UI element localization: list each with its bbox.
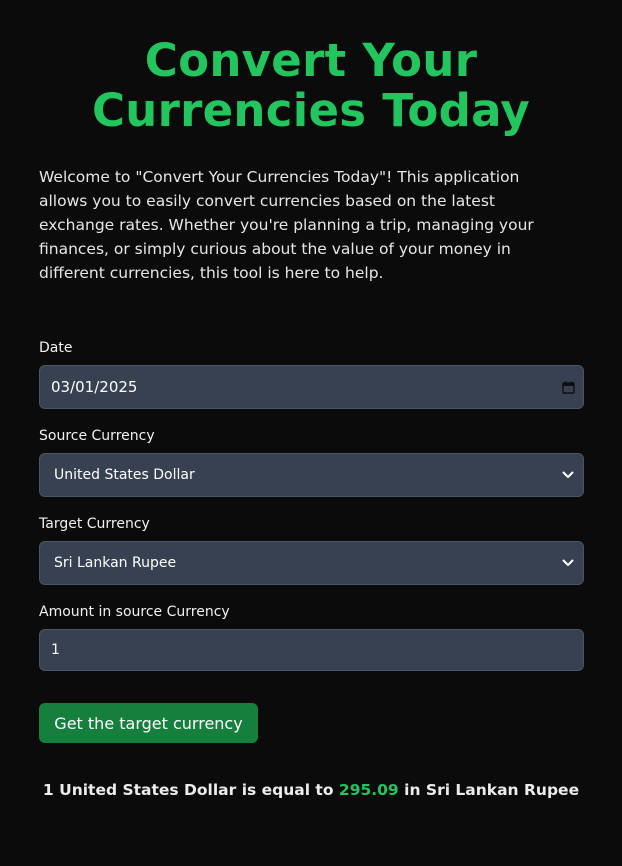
source-currency-select[interactable]: United States Dollar [39, 453, 584, 497]
date-input[interactable]: 03/01/2025 [39, 365, 584, 409]
result-amount: 1 [42, 781, 54, 799]
result-in-text: in [404, 781, 421, 799]
date-value: 03/01/2025 [51, 378, 138, 396]
target-currency-label: Target Currency [39, 516, 150, 532]
result-equal-text: is equal to [241, 781, 334, 799]
amount-input[interactable]: 1 [39, 629, 584, 671]
amount-value: 1 [51, 642, 60, 658]
result-target-currency: Sri Lankan Rupee [425, 781, 580, 799]
title-line-2: Currencies Today [91, 84, 531, 137]
result-rate: 295.09 [338, 781, 399, 799]
target-currency-select[interactable]: Sri Lankan Rupee [39, 541, 584, 585]
result-source-currency: United States Dollar [59, 781, 237, 799]
intro-text: Welcome to "Convert Your Currencies Toda… [39, 168, 534, 282]
calendar-icon[interactable] [553, 381, 583, 394]
chevron-down-icon [553, 559, 583, 567]
get-target-currency-button[interactable]: Get the target currency [39, 703, 258, 743]
source-currency-label: Source Currency [39, 428, 155, 444]
date-label: Date [39, 340, 73, 356]
chevron-down-icon [553, 471, 583, 479]
amount-label: Amount in source Currency [39, 604, 230, 620]
conversion-result: 1 United States Dollar is equal to 295.0… [0, 780, 622, 800]
source-currency-value: United States Dollar [54, 467, 195, 483]
converter-page: Convert Your Currencies Today Welcome to… [0, 0, 622, 866]
target-currency-value: Sri Lankan Rupee [54, 555, 177, 571]
title-line-1: Convert Your [144, 34, 478, 87]
page-title: Convert Your Currencies Today [0, 36, 622, 136]
